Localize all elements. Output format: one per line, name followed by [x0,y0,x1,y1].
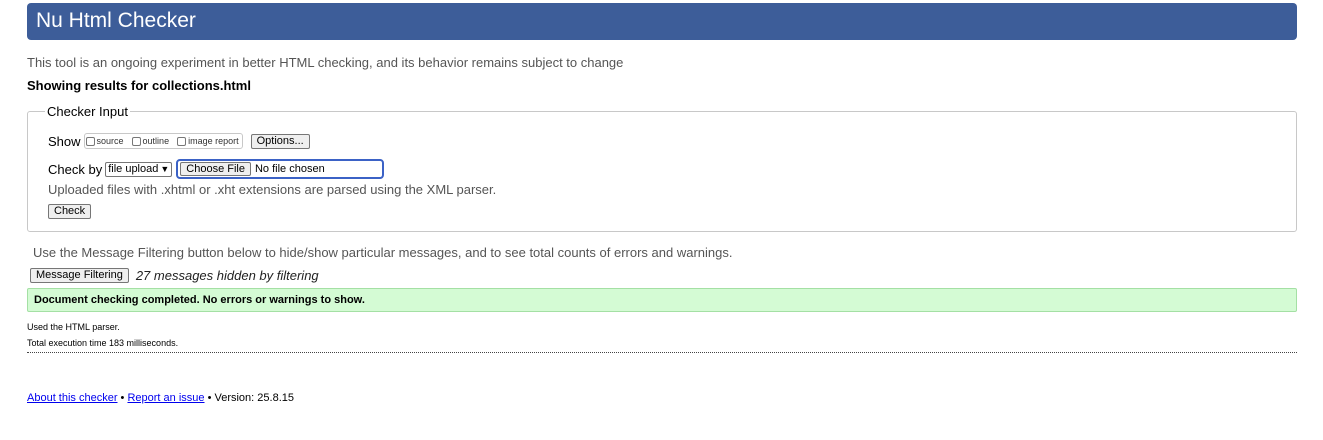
file-input[interactable]: Choose File No file chosen [176,159,385,179]
filter-row: Message Filtering 27 messages hidden by … [30,267,319,283]
filename: collections.html [151,78,251,93]
version-text: • Version: 25.8.15 [204,392,294,404]
divider [27,352,1297,353]
show-options-group: source outline image report [83,133,243,149]
checker-input-fieldset: Checker Input Show source outline image … [27,104,1297,232]
options-button[interactable]: Options... [250,133,310,149]
page-header: Nu Html Checker [27,3,1297,40]
file-status: No file chosen [254,163,325,175]
xml-parser-note: Uploaded files with .xhtml or .xht exten… [48,182,497,197]
parser-info: Used the HTML parser. [27,322,120,332]
showing-prefix: Showing results for [27,78,152,93]
check-by-label: Check by [48,161,103,177]
about-link[interactable]: About this checker [27,392,118,404]
show-label: Show [48,133,81,149]
outline-label: outline [142,136,170,146]
message-filtering-button[interactable]: Message Filtering [30,267,129,283]
result-details: Used the HTML parser. Total execution ti… [27,319,178,351]
show-outline-option[interactable]: outline [131,136,170,146]
report-issue-link[interactable]: Report an issue [127,392,204,404]
hidden-messages-count: 27 messages hidden by filtering [135,267,319,283]
image-report-checkbox[interactable] [177,136,187,146]
intro-text: This tool is an ongoing experiment in be… [27,55,624,70]
checker-input-legend: Checker Input [45,104,130,120]
check-by-select[interactable]: file upload ▼ [105,161,173,177]
showing-results: Showing results for collections.html [27,78,251,93]
footer-separator: • [117,392,128,404]
outline-checkbox[interactable] [131,136,141,146]
chevron-down-icon: ▼ [160,164,170,174]
source-checkbox[interactable] [85,136,95,146]
choose-file-button[interactable]: Choose File [180,162,251,176]
source-label: source [96,136,124,146]
success-message: Document checking completed. No errors o… [27,288,1297,312]
show-source-option[interactable]: source [85,136,124,146]
filter-note: Use the Message Filtering button below t… [33,245,733,260]
image-report-label: image report [188,136,239,146]
page-title: Nu Html Checker [36,9,196,32]
execution-time: Total execution time 183 milliseconds. [27,338,179,348]
check-button[interactable]: Check [48,204,92,219]
show-image-report-option[interactable]: image report [177,136,239,146]
footer: About this checker • Report an issue • V… [27,392,294,404]
show-row: Show source outline image report Options… [48,133,310,149]
check-by-row: Check by file upload ▼ Choose File No fi… [48,159,385,179]
check-by-selected: file upload [108,163,159,175]
